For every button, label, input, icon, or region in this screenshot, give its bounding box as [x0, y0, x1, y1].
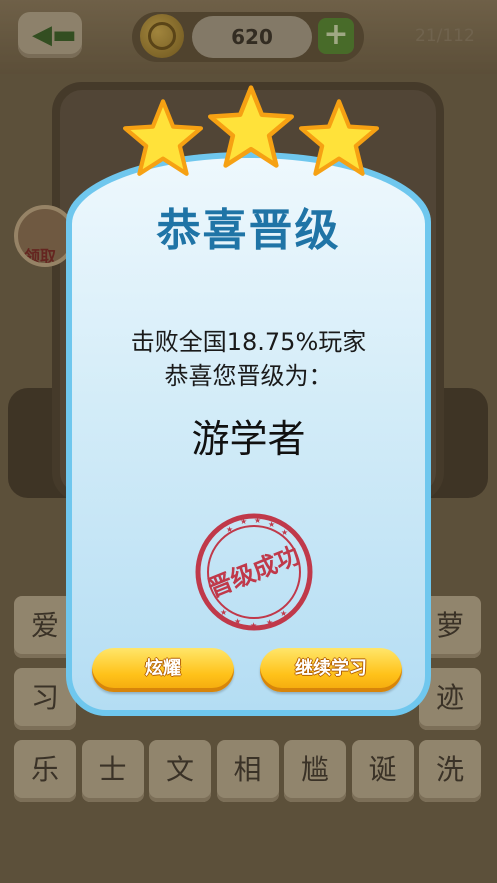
continue-button[interactable]: 继续学习 [260, 648, 402, 692]
success-stamp: ★ ★ ★ ★ ★ ★ ★ ★ ★ ★ 晋级成功 [195, 513, 313, 631]
star-icon [299, 99, 379, 176]
svg-text:★: ★ [226, 525, 233, 534]
star-icon [207, 85, 294, 168]
svg-text:★: ★ [234, 617, 241, 626]
defeat-text: 击败全国18.75%玩家 [130, 328, 367, 356]
svg-text:★: ★ [266, 618, 273, 627]
level-up-dialog: 恭喜晋级 击败全国18.75%玩家 恭喜您晋级为： 游学者 ★ ★ ★ ★ ★ ★ ★ ★… [66, 152, 431, 716]
svg-text:★: ★ [280, 609, 287, 618]
promote-text: 恭喜您晋级为： [164, 362, 333, 390]
share-button[interactable]: 炫耀 [92, 648, 234, 692]
svg-text:★: ★ [268, 520, 275, 529]
svg-text:★: ★ [254, 516, 261, 525]
dialog-title: 恭喜晋级 [156, 205, 341, 256]
rank-name: 游学者 [191, 417, 306, 461]
svg-text:★: ★ [220, 608, 227, 617]
svg-text:★: ★ [250, 621, 257, 630]
dialog-panel: 恭喜晋级 击败全国18.75%玩家 恭喜您晋级为： 游学者 ★ ★ ★ ★ ★ ★ ★ ★… [72, 158, 425, 710]
star-icon [123, 99, 203, 176]
svg-text:★: ★ [240, 517, 247, 526]
svg-text:★: ★ [281, 528, 288, 537]
stamp-text: 晋级成功 [204, 541, 303, 603]
rating-stars [120, 84, 380, 176]
